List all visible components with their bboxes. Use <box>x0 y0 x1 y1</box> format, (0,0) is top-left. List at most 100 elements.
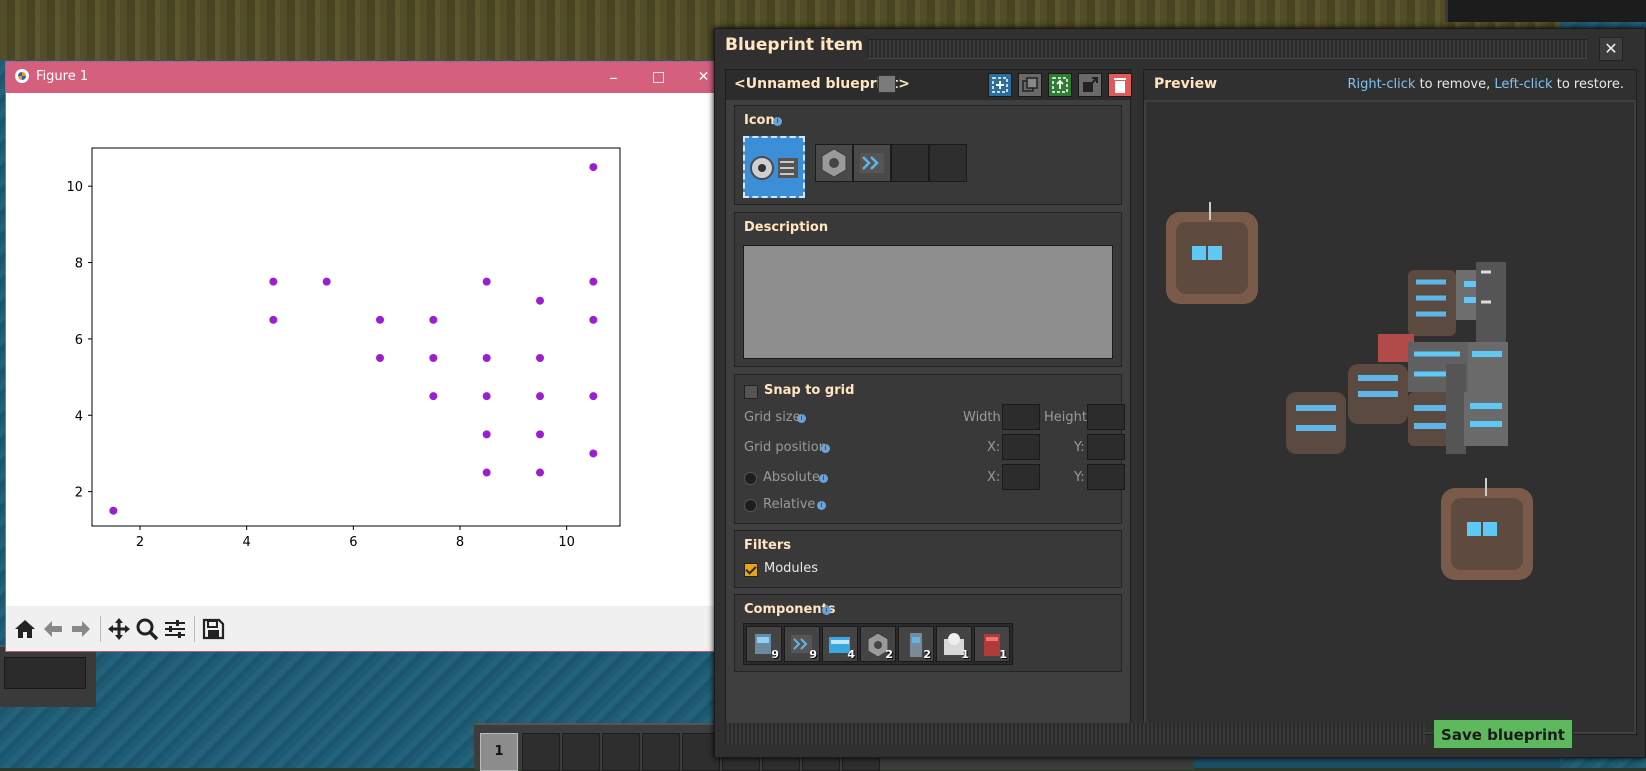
save-icon[interactable] <box>200 616 226 642</box>
scatter-point <box>589 392 598 401</box>
snap-to-grid-checkbox[interactable] <box>744 385 758 399</box>
icon-slot-3[interactable] <box>891 144 929 182</box>
component-pump[interactable]: 2 <box>898 626 934 662</box>
absolute-y-input[interactable] <box>1087 464 1125 490</box>
dialog-footer-grip <box>725 723 1425 745</box>
component-pipe-to-ground[interactable]: 9 <box>746 626 782 662</box>
grid-position-y-input[interactable] <box>1087 434 1125 460</box>
pan-icon[interactable] <box>106 616 132 642</box>
reassign-area-icon <box>1052 77 1068 93</box>
description-textarea[interactable] <box>743 245 1113 359</box>
width-label: Width: <box>963 410 1006 425</box>
preview-hint: Right-click to remove, Left-click to res… <box>1347 77 1624 92</box>
x-tick-label: 8 <box>456 535 464 550</box>
scatter-chart: 2 4 6 8 10 2 4 6 8 10 <box>66 147 621 550</box>
preview-header: Preview Right-click to remove, Left-clic… <box>1144 70 1636 100</box>
info-icon: i <box>821 444 830 453</box>
components-section: Components i 9 9 4 2 2 1 1 <box>734 594 1122 672</box>
absolute-y-label: Y: <box>1074 470 1085 485</box>
electric-mining-drill-icon <box>821 148 847 178</box>
copy-icon <box>1022 77 1038 92</box>
modules-label: Modules <box>764 561 819 576</box>
game-side-slot[interactable] <box>4 657 86 689</box>
export-string-button[interactable] <box>1078 73 1102 97</box>
forward-icon[interactable] <box>68 616 94 642</box>
absolute-radio[interactable] <box>744 472 757 485</box>
component-electric-mining-drill[interactable]: 2 <box>860 626 896 662</box>
selected-icon-preview[interactable] <box>743 136 805 198</box>
component-chemical-plant[interactable]: 1 <box>936 626 972 662</box>
mining-drill-entity[interactable] <box>1166 202 1258 304</box>
figure-titlebar[interactable]: Figure 1 – □ ✕ <box>6 62 722 93</box>
preview-pane: Preview Right-click to remove, Left-clic… <box>1143 69 1637 735</box>
scatter-point <box>589 277 598 286</box>
icon-slot-2[interactable] <box>853 144 891 182</box>
grid-width-input[interactable] <box>1002 404 1040 430</box>
scatter-point <box>482 392 491 401</box>
maximize-button[interactable]: □ <box>636 62 681 93</box>
hint-to-restore: to restore. <box>1556 77 1624 92</box>
x-tick-label: 6 <box>349 535 357 550</box>
toolbar-separator <box>194 616 195 642</box>
plot-area[interactable]: 2 4 6 8 10 2 4 6 8 10 <box>6 93 722 606</box>
info-icon: i <box>822 606 831 615</box>
dialog-header[interactable]: Blueprint item ✕ <box>715 29 1645 65</box>
scatter-point <box>322 277 331 286</box>
reassign-button[interactable] <box>1048 73 1072 97</box>
copy-blueprint-button[interactable] <box>1018 73 1042 97</box>
scatter-point <box>429 315 438 324</box>
scatter-point <box>589 449 598 458</box>
close-dialog-button[interactable]: ✕ <box>1599 37 1623 61</box>
scatter-point <box>429 354 438 362</box>
x-tick-label: 4 <box>243 535 251 550</box>
dialog-title: Blueprint item <box>725 35 864 55</box>
y-tick-label: 8 <box>75 257 83 272</box>
component-offshore-pump[interactable]: 1 <box>974 626 1010 662</box>
quickbar-slot[interactable] <box>642 733 680 771</box>
absolute-x-input[interactable] <box>1002 464 1040 490</box>
hint-to-remove: to remove, <box>1419 77 1491 92</box>
mining-drill-icon <box>750 156 798 180</box>
quickbar-slot[interactable] <box>602 733 640 771</box>
scatter-point <box>429 392 438 401</box>
grid-position-x-input[interactable] <box>1002 434 1040 460</box>
home-icon[interactable] <box>12 616 38 642</box>
modules-checkbox[interactable] <box>744 563 758 577</box>
icon-slot-4[interactable] <box>929 144 967 182</box>
quickbar-slot[interactable] <box>562 733 600 771</box>
blueprint-preview-canvas[interactable] <box>1146 102 1634 732</box>
select-new-contents-button[interactable] <box>988 73 1012 97</box>
scatter-point <box>482 354 491 362</box>
component-express-transport-belt[interactable]: 9 <box>784 626 820 662</box>
zoom-icon[interactable] <box>134 616 160 642</box>
back-icon[interactable] <box>40 616 66 642</box>
quickbar-slot[interactable] <box>522 733 560 771</box>
rename-pencil-icon[interactable] <box>878 75 896 93</box>
icon-slot-1[interactable] <box>815 144 853 182</box>
figure-window: Figure 1 – □ ✕ 2 4 6 8 10 2 4 6 8 10 <box>5 61 723 652</box>
scatter-point <box>536 430 544 439</box>
icon-section-label: Icon <box>744 113 775 128</box>
grid-height-input[interactable] <box>1087 404 1125 430</box>
quickbar-slot-selected[interactable]: 1 <box>480 733 518 771</box>
scatter-point <box>536 354 544 362</box>
description-label: Description <box>744 220 829 235</box>
blueprint-entities <box>1166 202 1533 580</box>
scatter-point <box>482 430 491 439</box>
info-icon: i <box>819 474 828 483</box>
absolute-x-label: X: <box>987 470 1001 485</box>
minimize-button[interactable]: – <box>591 62 636 93</box>
save-blueprint-button[interactable]: Save blueprint <box>1433 719 1573 749</box>
mining-drill-entity[interactable] <box>1441 478 1533 580</box>
info-icon: i <box>797 414 806 423</box>
info-icon: i <box>773 117 782 126</box>
component-storage-tank[interactable]: 4 <box>822 626 858 662</box>
configure-subplots-icon[interactable] <box>162 616 188 642</box>
relative-radio[interactable] <box>744 499 757 512</box>
drag-handle[interactable] <box>867 39 1587 59</box>
express-transport-belt-icon <box>860 153 884 173</box>
absolute-label: Absolute <box>763 470 820 485</box>
scatter-point <box>536 392 544 401</box>
pipe-network-entity[interactable] <box>1286 262 1508 454</box>
delete-blueprint-button[interactable] <box>1108 73 1132 97</box>
